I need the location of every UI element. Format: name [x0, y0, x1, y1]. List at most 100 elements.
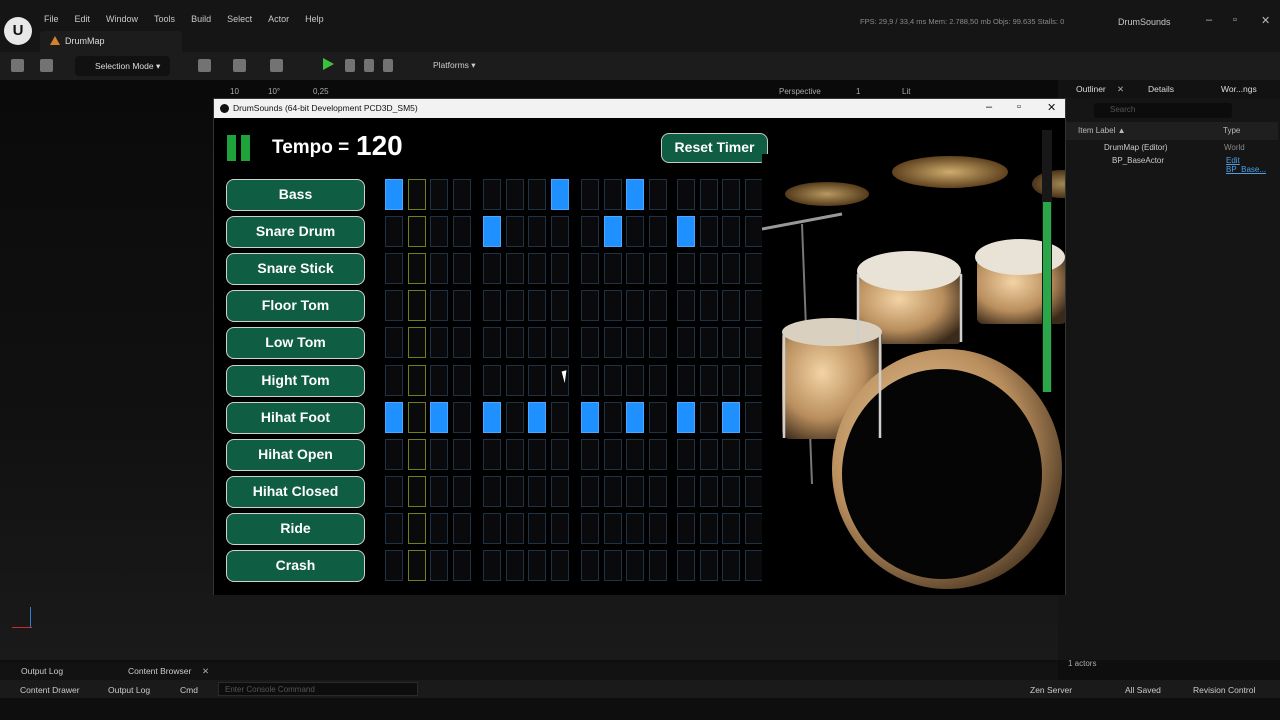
step-cell[interactable] [677, 475, 695, 507]
step-cell[interactable] [626, 327, 644, 359]
step-cell[interactable] [603, 475, 622, 507]
step-cell[interactable] [648, 290, 667, 322]
step-cell[interactable] [677, 290, 695, 322]
tab-world-settings[interactable]: Wor...ngs [1221, 84, 1257, 94]
play-icon[interactable] [323, 58, 334, 70]
step-cell[interactable] [550, 327, 569, 359]
step-cell[interactable] [722, 512, 740, 544]
step-cell[interactable] [528, 401, 546, 433]
step-cell[interactable] [677, 179, 695, 210]
close-content-browser-icon[interactable]: ✕ [202, 666, 209, 677]
minimize-icon[interactable]: – [1206, 14, 1212, 26]
revision-control-button[interactable]: Revision Control [1193, 685, 1255, 695]
step-cell[interactable] [648, 438, 667, 470]
step-cell[interactable] [699, 364, 718, 396]
step-cell[interactable] [699, 327, 718, 359]
step-cell[interactable] [677, 550, 695, 581]
step-cell[interactable] [699, 550, 718, 581]
source-control-icon[interactable] [40, 59, 53, 72]
step-cell[interactable] [385, 401, 403, 433]
step-cell[interactable] [722, 290, 740, 322]
step-cell[interactable] [407, 290, 426, 322]
step-cell[interactable] [550, 401, 569, 433]
step-cell[interactable] [505, 512, 524, 544]
step-cell[interactable] [452, 475, 471, 507]
step-cell[interactable] [452, 253, 471, 285]
pause-icon[interactable] [227, 135, 252, 161]
step-cell[interactable] [430, 512, 448, 544]
close-icon[interactable]: ✕ [1261, 14, 1270, 27]
step-cell[interactable] [505, 550, 524, 581]
step-cell[interactable] [626, 364, 644, 396]
step-cell[interactable] [699, 475, 718, 507]
step-cell[interactable] [648, 216, 667, 248]
instrument-button[interactable]: Bass [226, 179, 365, 211]
step-cell[interactable] [744, 438, 763, 470]
step-cell[interactable] [505, 401, 524, 433]
tempo-value[interactable]: 120 [356, 130, 403, 162]
step-cell[interactable] [385, 216, 403, 248]
camera-speed-value[interactable]: 1 [856, 87, 860, 96]
step-cell[interactable] [483, 475, 501, 507]
step-cell[interactable] [722, 364, 740, 396]
step-cell[interactable] [505, 179, 524, 210]
game-minimize-icon[interactable]: – [986, 101, 992, 113]
step-cell[interactable] [603, 290, 622, 322]
step-cell[interactable] [722, 216, 740, 248]
step-cell[interactable] [744, 179, 763, 210]
step-cell[interactable] [677, 512, 695, 544]
step-cell[interactable] [407, 364, 426, 396]
game-window-titlebar[interactable]: DrumSounds (64-bit Development PCD3D_SM5… [214, 99, 1065, 118]
step-cell[interactable] [626, 550, 644, 581]
step-cell[interactable] [385, 253, 403, 285]
step-cell[interactable] [744, 475, 763, 507]
step-cell[interactable] [581, 401, 599, 433]
grid-snap-value[interactable]: 10 [230, 87, 239, 96]
edit-blueprint-link[interactable]: Edit BP_Base... [1226, 156, 1280, 174]
step-cell[interactable] [603, 216, 622, 248]
step-cell[interactable] [385, 179, 403, 210]
step-cell[interactable] [550, 179, 569, 210]
output-log-button[interactable]: Output Log [108, 685, 150, 695]
step-cell[interactable] [483, 216, 501, 248]
step-cell[interactable] [430, 364, 448, 396]
step-cell[interactable] [452, 550, 471, 581]
step-cell[interactable] [407, 512, 426, 544]
step-cell[interactable] [452, 512, 471, 544]
step-cell[interactable] [528, 438, 546, 470]
step-cell[interactable] [430, 179, 448, 210]
step-cell[interactable] [581, 475, 599, 507]
step-cell[interactable] [744, 364, 763, 396]
step-cell[interactable] [744, 253, 763, 285]
step-cell[interactable] [430, 216, 448, 248]
step-cell[interactable] [483, 401, 501, 433]
step-cell[interactable] [581, 327, 599, 359]
step-cell[interactable] [677, 216, 695, 248]
instrument-button[interactable]: Snare Stick [226, 253, 365, 286]
instrument-button[interactable]: Hight Tom [226, 364, 365, 397]
step-cell[interactable] [722, 179, 740, 210]
step-cell[interactable] [430, 401, 448, 433]
step-cell[interactable] [483, 290, 501, 322]
outliner-search-input[interactable]: Search [1094, 103, 1232, 118]
step-cell[interactable] [699, 290, 718, 322]
step-cell[interactable] [407, 216, 426, 248]
step-cell[interactable] [550, 550, 569, 581]
step-cell[interactable] [699, 216, 718, 248]
step-cell[interactable] [648, 364, 667, 396]
maximize-icon[interactable]: ▫ [1233, 14, 1237, 26]
step-cell[interactable] [677, 364, 695, 396]
selection-mode-dropdown[interactable]: Selection Mode ▾ [75, 56, 170, 76]
step-cell[interactable] [626, 438, 644, 470]
step-cell[interactable] [648, 253, 667, 285]
step-cell[interactable] [505, 438, 524, 470]
step-cell[interactable] [626, 290, 644, 322]
tab-details[interactable]: Details [1148, 84, 1174, 94]
step-cell[interactable] [744, 401, 763, 433]
lit-dropdown[interactable]: Lit [902, 87, 910, 96]
step-cell[interactable] [722, 438, 740, 470]
step-cell[interactable] [581, 512, 599, 544]
step-cell[interactable] [505, 253, 524, 285]
menu-file[interactable]: File [44, 14, 59, 24]
step-cell[interactable] [722, 327, 740, 359]
